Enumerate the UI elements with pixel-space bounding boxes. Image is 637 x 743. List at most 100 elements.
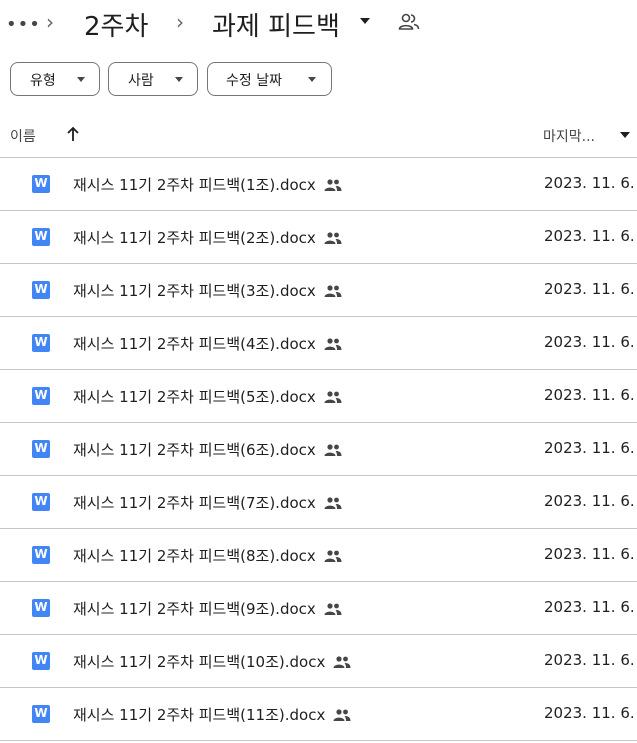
file-name: 재시스 11기 2주차 피드백(1조).docx xyxy=(73,176,316,194)
file-list: W 재시스 11기 2주차 피드백(1조).docx 2023. 11. 6. W 재시… xyxy=(0,158,637,741)
word-doc-icon: W xyxy=(32,705,50,723)
word-doc-icon: W xyxy=(32,387,50,405)
file-row[interactable]: W 재시스 11기 2주차 피드백(6조).docx 2023. 11. 6. xyxy=(0,423,637,476)
people-icon xyxy=(324,443,342,456)
chevron-right-icon: › xyxy=(176,10,184,34)
file-name-cell: 재시스 11기 2주차 피드백(4조).docx xyxy=(73,333,342,354)
file-name-cell: 재시스 11기 2주차 피드백(7조).docx xyxy=(73,492,342,513)
file-modified-date: 2023. 11. 6. xyxy=(544,280,635,298)
word-doc-icon: W xyxy=(32,652,50,670)
file-modified-date: 2023. 11. 6. xyxy=(544,439,635,457)
chevron-down-icon xyxy=(175,77,183,82)
file-row[interactable]: W 재시스 11기 2주차 피드백(8조).docx 2023. 11. 6. xyxy=(0,529,637,582)
breadcrumb-item-week2[interactable]: 2주차 xyxy=(84,6,148,43)
file-name: 재시스 11기 2주차 피드백(6조).docx xyxy=(73,441,316,459)
file-modified-date: 2023. 11. 6. xyxy=(544,492,635,510)
more-options-icon[interactable]: ••• xyxy=(6,14,41,35)
people-icon xyxy=(324,337,342,350)
filter-modified-label: 수정 날짜 xyxy=(226,73,282,89)
file-name: 재시스 11기 2주차 피드백(2조).docx xyxy=(73,229,316,247)
file-name: 재시스 11기 2주차 피드백(4조).docx xyxy=(73,335,316,353)
column-name-header[interactable]: 이름 xyxy=(10,126,36,146)
word-doc-icon-letter: W xyxy=(34,706,48,720)
file-name: 재시스 11기 2주차 피드백(3조).docx xyxy=(73,282,316,300)
file-name: 재시스 11기 2주차 피드백(11조).docx xyxy=(73,706,326,724)
word-doc-icon: W xyxy=(32,440,50,458)
file-name-cell: 재시스 11기 2주차 피드백(2조).docx xyxy=(73,227,342,248)
people-icon xyxy=(333,708,351,721)
column-modified-header[interactable]: 마지막... xyxy=(543,126,595,146)
word-doc-icon: W xyxy=(32,599,50,617)
people-icon xyxy=(324,496,342,509)
word-doc-icon-letter: W xyxy=(34,388,48,402)
people-icon xyxy=(333,655,351,668)
breadcrumb-item-current-folder[interactable]: 과제 피드백 xyxy=(212,6,340,43)
file-row[interactable]: W 재시스 11기 2주차 피드백(4조).docx 2023. 11. 6. xyxy=(0,317,637,370)
file-list-header: 이름 마지막... xyxy=(0,116,637,158)
file-name-cell: 재시스 11기 2주차 피드백(9조).docx xyxy=(73,598,342,619)
file-modified-date: 2023. 11. 6. xyxy=(544,227,635,245)
file-name-cell: 재시스 11기 2주차 피드백(8조).docx xyxy=(73,545,342,566)
file-modified-date: 2023. 11. 6. xyxy=(544,704,635,722)
word-doc-icon: W xyxy=(32,228,50,246)
people-icon xyxy=(324,549,342,562)
word-doc-icon-letter: W xyxy=(34,547,48,561)
word-doc-icon-letter: W xyxy=(34,335,48,349)
file-row[interactable]: W 재시스 11기 2주차 피드백(5조).docx 2023. 11. 6. xyxy=(0,370,637,423)
file-modified-date: 2023. 11. 6. xyxy=(544,651,635,669)
people-icon xyxy=(324,284,342,297)
word-doc-icon: W xyxy=(32,493,50,511)
file-row[interactable]: W 재시스 11기 2주차 피드백(2조).docx 2023. 11. 6. xyxy=(0,211,637,264)
file-name-cell: 재시스 11기 2주차 피드백(11조).docx xyxy=(73,704,351,725)
file-name: 재시스 11기 2주차 피드백(7조).docx xyxy=(73,494,316,512)
file-modified-date: 2023. 11. 6. xyxy=(544,545,635,563)
sort-options-caret-icon[interactable] xyxy=(620,132,630,138)
file-name-cell: 재시스 11기 2주차 피드백(5조).docx xyxy=(73,386,342,407)
word-doc-icon: W xyxy=(32,281,50,299)
shared-folder-icon[interactable] xyxy=(398,13,420,31)
word-doc-icon-letter: W xyxy=(34,229,48,243)
filter-modified-chip[interactable]: 수정 날짜 xyxy=(207,62,332,96)
word-doc-icon-letter: W xyxy=(34,282,48,296)
people-icon xyxy=(324,390,342,403)
word-doc-icon-letter: W xyxy=(34,441,48,455)
word-doc-icon-letter: W xyxy=(34,176,48,190)
file-row[interactable]: W 재시스 11기 2주차 피드백(3조).docx 2023. 11. 6. xyxy=(0,264,637,317)
chevron-down-icon xyxy=(308,77,316,82)
filter-type-label: 유형 xyxy=(30,73,56,89)
file-name: 재시스 11기 2주차 피드백(10조).docx xyxy=(73,653,326,671)
word-doc-icon-letter: W xyxy=(34,600,48,614)
breadcrumb: ••• › 2주차 › 과제 피드백 xyxy=(0,0,637,48)
file-name-cell: 재시스 11기 2주차 피드백(10조).docx xyxy=(73,651,351,672)
file-name-cell: 재시스 11기 2주차 피드백(1조).docx xyxy=(73,174,342,195)
file-name: 재시스 11기 2주차 피드백(9조).docx xyxy=(73,600,316,618)
word-doc-icon: W xyxy=(32,175,50,193)
file-name-cell: 재시스 11기 2주차 피드백(6조).docx xyxy=(73,439,342,460)
file-modified-date: 2023. 11. 6. xyxy=(544,386,635,404)
file-row[interactable]: W 재시스 11기 2주차 피드백(9조).docx 2023. 11. 6. xyxy=(0,582,637,635)
filter-people-chip[interactable]: 사람 xyxy=(108,62,198,96)
folder-menu-caret-icon[interactable] xyxy=(360,18,370,24)
file-row[interactable]: W 재시스 11기 2주차 피드백(11조).docx 2023. 11. 6. xyxy=(0,688,637,741)
arrow-up-icon[interactable] xyxy=(66,126,80,142)
file-name: 재시스 11기 2주차 피드백(5조).docx xyxy=(73,388,316,406)
word-doc-icon: W xyxy=(32,546,50,564)
people-icon xyxy=(324,602,342,615)
filter-type-chip[interactable]: 유형 xyxy=(10,62,100,96)
people-icon xyxy=(324,178,342,191)
word-doc-icon-letter: W xyxy=(34,494,48,508)
file-row[interactable]: W 재시스 11기 2주차 피드백(7조).docx 2023. 11. 6. xyxy=(0,476,637,529)
people-icon xyxy=(324,231,342,244)
chevron-right-icon: › xyxy=(46,10,54,34)
file-name-cell: 재시스 11기 2주차 피드백(3조).docx xyxy=(73,280,342,301)
word-doc-icon-letter: W xyxy=(34,653,48,667)
file-row[interactable]: W 재시스 11기 2주차 피드백(1조).docx 2023. 11. 6. xyxy=(0,158,637,211)
file-modified-date: 2023. 11. 6. xyxy=(544,598,635,616)
file-row[interactable]: W 재시스 11기 2주차 피드백(10조).docx 2023. 11. 6. xyxy=(0,635,637,688)
word-doc-icon: W xyxy=(32,334,50,352)
file-modified-date: 2023. 11. 6. xyxy=(544,174,635,192)
filter-people-label: 사람 xyxy=(128,73,154,89)
file-name: 재시스 11기 2주차 피드백(8조).docx xyxy=(73,547,316,565)
chevron-down-icon xyxy=(77,77,85,82)
file-modified-date: 2023. 11. 6. xyxy=(544,333,635,351)
